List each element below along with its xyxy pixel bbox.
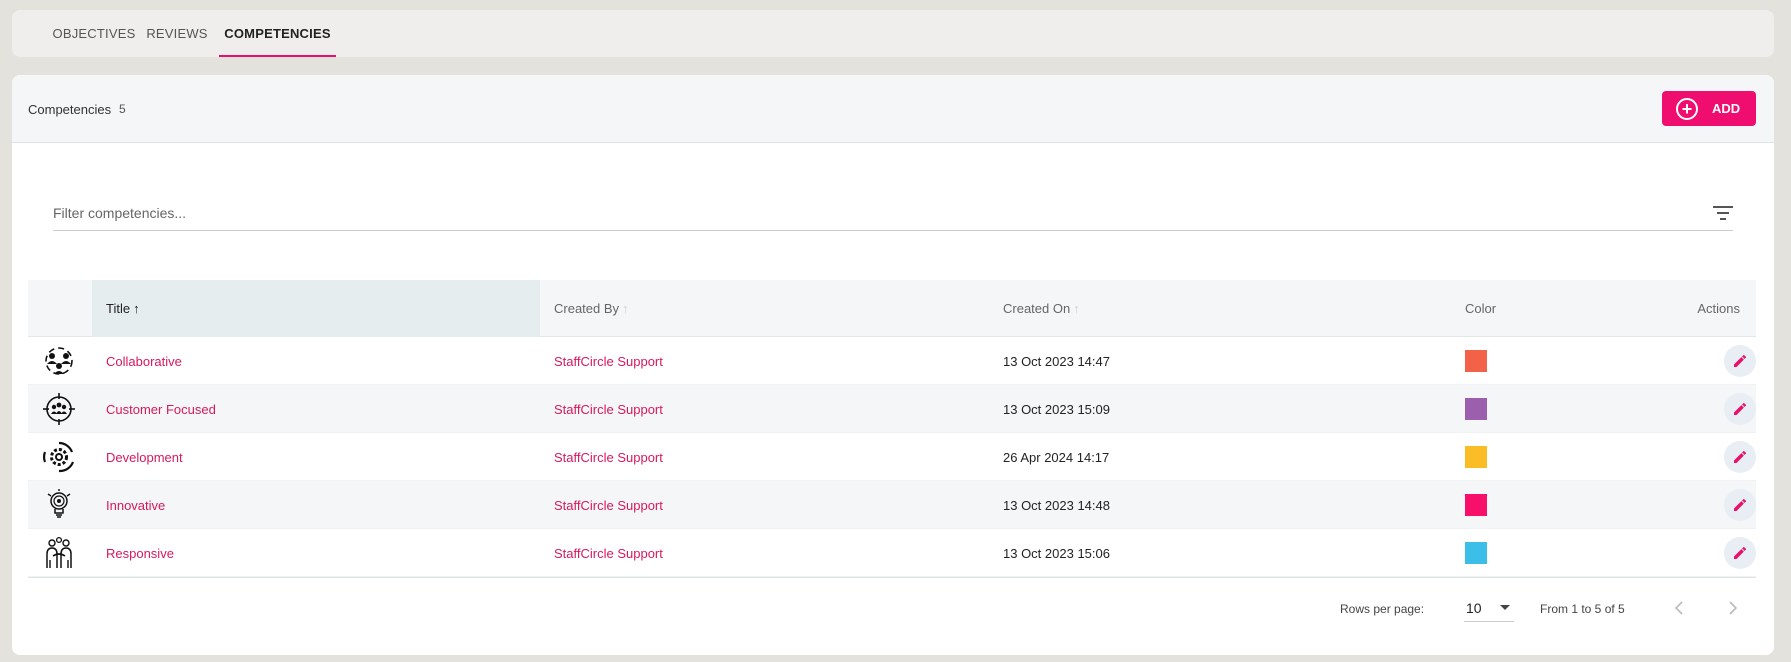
color-swatch xyxy=(1465,494,1487,516)
created-by-link[interactable]: StaffCircle Support xyxy=(554,402,663,417)
created-on: 13 Oct 2023 14:48 xyxy=(1003,497,1110,513)
column-label: Title xyxy=(106,301,131,316)
table-row: Collaborative StaffCircle Support 13 Oct… xyxy=(28,337,1756,385)
color-swatch xyxy=(1465,542,1487,564)
created-on: 13 Oct 2023 14:47 xyxy=(1003,353,1110,369)
add-circle-icon: + xyxy=(1676,97,1698,120)
chevron-left-icon xyxy=(1674,601,1683,615)
edit-button[interactable] xyxy=(1724,537,1756,569)
rows-per-page-value: 10 xyxy=(1466,599,1482,616)
rows-per-page-label: Rows per page: xyxy=(1340,602,1425,616)
color-swatch xyxy=(1465,446,1487,468)
rows-per-page-select[interactable]: 10 xyxy=(1464,594,1514,622)
pencil-icon xyxy=(1734,546,1747,559)
column-header-created-by[interactable]: Created By ↑ xyxy=(554,280,934,337)
created-by-link[interactable]: StaffCircle Support xyxy=(554,546,663,561)
gear-cycle-icon xyxy=(42,440,76,474)
card-header: Competencies 5 + ADD xyxy=(12,75,1774,143)
count-badge: 5 xyxy=(119,102,126,116)
competency-title-link[interactable]: Innovative xyxy=(106,498,165,513)
column-header-color: Color xyxy=(1465,280,1565,337)
add-button[interactable]: + ADD xyxy=(1662,91,1756,126)
column-header-created-on[interactable]: Created On ↑ xyxy=(1003,280,1383,337)
page-title: Competencies xyxy=(28,102,112,117)
table-divider xyxy=(28,577,1756,578)
lightbulb-icon xyxy=(42,488,76,522)
pencil-icon xyxy=(1734,498,1747,511)
created-by-link[interactable]: StaffCircle Support xyxy=(554,498,663,513)
sort-icon: ↑ xyxy=(1073,301,1080,316)
competency-title-link[interactable]: Customer Focused xyxy=(106,402,216,417)
page-range: From 1 to 5 of 5 xyxy=(1540,602,1625,616)
tab-reviews[interactable]: REVIEWS xyxy=(146,10,208,57)
filter-bar xyxy=(53,197,1733,231)
table-row: Innovative StaffCircle Support 13 Oct 20… xyxy=(28,481,1756,529)
edit-button[interactable] xyxy=(1724,393,1756,425)
created-on: 13 Oct 2023 15:09 xyxy=(1003,401,1110,417)
pencil-icon xyxy=(1734,450,1747,463)
competency-title-link[interactable]: Collaborative xyxy=(106,354,182,369)
column-label: Created On xyxy=(1003,301,1071,316)
competencies-table: Title ↑ Created By ↑ Created On ↑ Color … xyxy=(28,280,1756,577)
column-label: Created By xyxy=(554,301,620,316)
table-row: Development StaffCircle Support 26 Apr 2… xyxy=(28,433,1756,481)
column-header-title[interactable]: Title ↑ xyxy=(92,280,540,337)
edit-button[interactable] xyxy=(1724,441,1756,473)
column-header-actions: Actions xyxy=(1668,280,1756,337)
sort-ascending-icon: ↑ xyxy=(133,301,140,316)
created-on: 13 Oct 2023 15:06 xyxy=(1003,545,1110,561)
next-page-button[interactable] xyxy=(1721,594,1745,622)
edit-button[interactable] xyxy=(1724,489,1756,521)
previous-page-button[interactable] xyxy=(1667,594,1691,622)
target-group-icon xyxy=(42,392,76,426)
created-by-link[interactable]: StaffCircle Support xyxy=(554,450,663,465)
table-header: Title ↑ Created By ↑ Created On ↑ Color … xyxy=(28,280,1756,337)
edit-button[interactable] xyxy=(1724,345,1756,377)
competency-title-link[interactable]: Responsive xyxy=(106,546,174,561)
column-label: Actions xyxy=(1697,301,1740,316)
created-by-link[interactable]: StaffCircle Support xyxy=(554,354,663,369)
created-on: 26 Apr 2024 14:17 xyxy=(1003,449,1110,465)
caret-down-icon xyxy=(1500,605,1510,610)
filter-icon[interactable] xyxy=(1713,206,1733,222)
color-swatch xyxy=(1465,350,1487,372)
filter-input[interactable] xyxy=(53,197,1673,229)
table-row: Responsive StaffCircle Support 13 Oct 20… xyxy=(28,529,1756,577)
pencil-icon xyxy=(1734,354,1747,367)
competencies-card: Competencies 5 + ADD Title ↑ Created By … xyxy=(12,75,1774,655)
sort-icon: ↑ xyxy=(622,301,629,316)
color-swatch xyxy=(1465,398,1487,420)
tab-objectives[interactable]: OBJECTIVES xyxy=(53,10,136,57)
pencil-icon xyxy=(1734,402,1747,415)
chevron-right-icon xyxy=(1729,601,1738,615)
add-button-label: ADD xyxy=(1712,101,1741,116)
competency-title-link[interactable]: Development xyxy=(106,450,183,465)
tab-bar: OBJECTIVES REVIEWS COMPETENCIES xyxy=(12,10,1774,57)
handshake-people-icon xyxy=(42,536,76,570)
team-circle-icon xyxy=(42,344,76,378)
column-label: Color xyxy=(1465,301,1497,316)
tab-competencies[interactable]: COMPETENCIES xyxy=(219,10,336,57)
table-row: Customer Focused StaffCircle Support 13 … xyxy=(28,385,1756,433)
